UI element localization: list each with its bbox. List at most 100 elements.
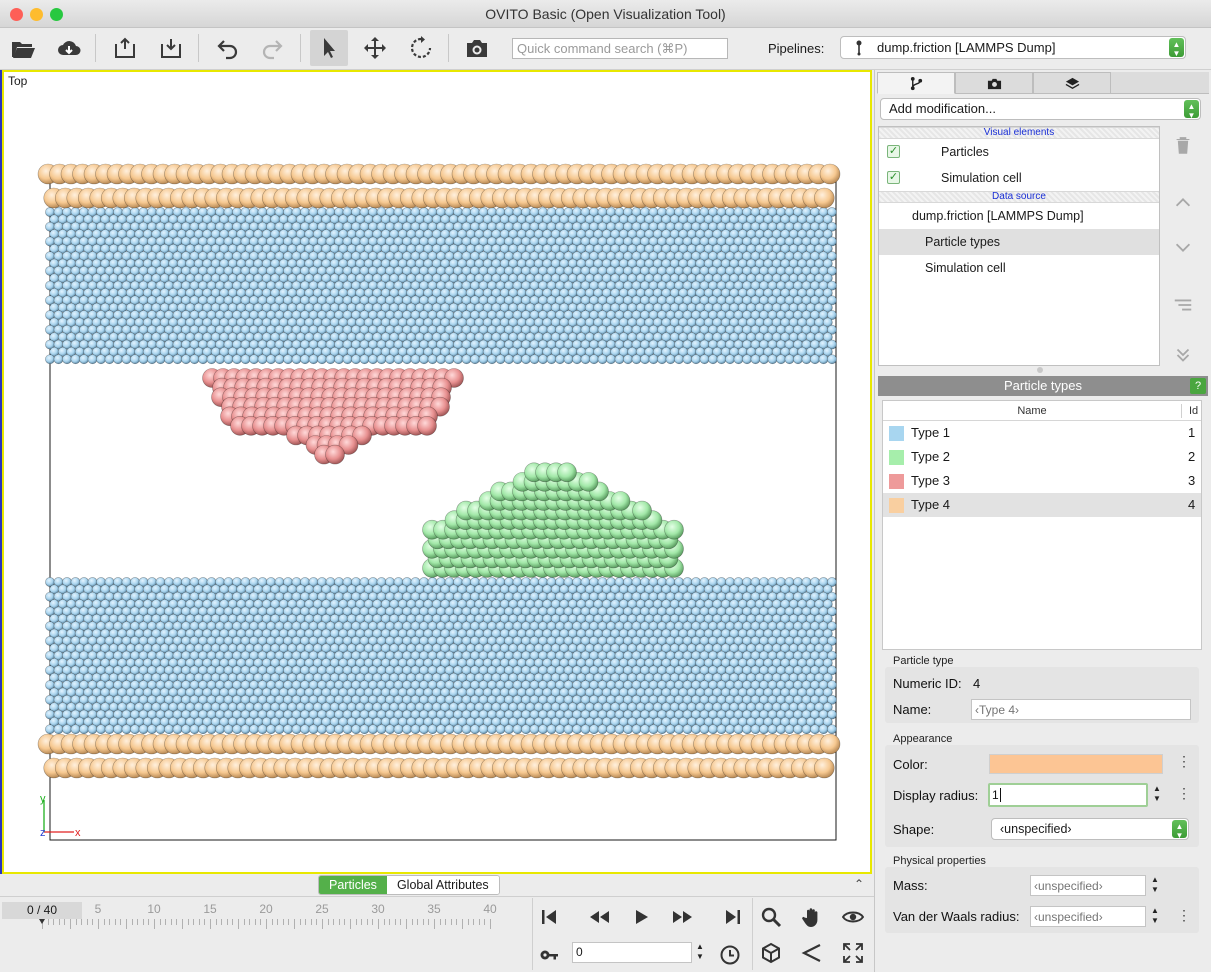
timeline-tick — [389, 919, 391, 925]
viewport-top[interactable]: Top x y z — [2, 70, 872, 874]
help-button[interactable]: ? — [1190, 378, 1206, 394]
jump-to-start-icon[interactable] — [534, 902, 564, 932]
timeline-tick — [243, 919, 245, 925]
particle-type-row[interactable]: Type 1 1 — [883, 421, 1201, 445]
jump-to-end-icon[interactable] — [718, 902, 748, 932]
timeline-tick — [204, 919, 206, 925]
load-remote-icon[interactable] — [50, 30, 88, 66]
delete-icon[interactable] — [1171, 134, 1195, 158]
visual-elements-header: Visual elements — [879, 127, 1159, 139]
radius-options-icon[interactable]: ⋮ — [1177, 785, 1191, 802]
tab-overlays[interactable] — [1033, 72, 1111, 94]
zoom-icon[interactable] — [756, 902, 786, 932]
quick-command-search-input[interactable] — [512, 38, 728, 59]
auto-key-icon[interactable] — [534, 940, 564, 970]
pipeline-item-label: Simulation cell — [925, 261, 1006, 275]
minimize-button[interactable] — [30, 8, 43, 21]
type-name-input[interactable] — [971, 699, 1191, 720]
collapse-all-icon[interactable] — [1171, 344, 1195, 368]
timeline-tick — [81, 919, 83, 925]
frame-input-value: 0 — [576, 945, 583, 959]
selection-mode-icon[interactable] — [310, 30, 348, 66]
tab-render[interactable] — [955, 72, 1033, 94]
timeline-tick — [193, 919, 195, 925]
pipeline-item-simulation-cell[interactable]: Simulation cell — [879, 255, 1159, 281]
particles-visibility-checkbox[interactable]: ✓ — [887, 145, 900, 158]
timeline-tick — [316, 919, 318, 925]
previous-frame-icon[interactable] — [584, 902, 614, 932]
timeline-tick — [428, 919, 430, 925]
tab-pipeline[interactable] — [877, 72, 955, 94]
tab-global-attributes[interactable]: Global Attributes — [386, 876, 499, 894]
command-panel: Add modification... ▲ ▼ Visual elements ✓… — [874, 70, 1211, 972]
zoom-button[interactable] — [50, 8, 63, 21]
add-modification-dropdown[interactable]: Add modification... ▲ ▼ — [880, 98, 1201, 120]
frame-spinner-arrows-icon[interactable]: ▲ ▼ — [694, 942, 706, 964]
color-options-icon[interactable]: ⋮ — [1177, 753, 1191, 770]
simulation-cell-visibility-checkbox[interactable]: ✓ — [887, 171, 900, 184]
rotate-mode-icon[interactable] — [402, 30, 440, 66]
timeline-tick — [249, 919, 251, 925]
timeline-tick — [422, 919, 424, 925]
play-icon[interactable] — [626, 902, 656, 932]
particle-type-row[interactable]: Type 2 2 — [883, 445, 1201, 469]
display-radius-input[interactable]: 1 — [988, 783, 1148, 807]
pipeline-item-data-source[interactable]: dump.friction [LAMMPS Dump] — [879, 203, 1159, 229]
move-down-icon[interactable] — [1171, 236, 1195, 260]
expand-inspector-icon[interactable]: ⌃ — [854, 877, 864, 891]
maximize-viewport-icon[interactable] — [838, 938, 868, 968]
splitter-handle[interactable] — [1037, 367, 1043, 373]
move-mode-icon[interactable] — [356, 30, 394, 66]
next-frame-icon[interactable] — [668, 902, 698, 932]
animation-timeline[interactable]: 0 / 40 5 10 15 20 25 30 35 40 — [0, 899, 532, 971]
close-button[interactable] — [10, 8, 23, 21]
undo-icon[interactable] — [208, 30, 246, 66]
timeline-tick — [277, 919, 279, 925]
vdw-radius-input[interactable] — [1030, 906, 1146, 927]
pipeline-item-particle-types[interactable]: Particle types — [879, 229, 1159, 255]
import-icon[interactable] — [152, 30, 190, 66]
orbit-eye-icon[interactable] — [838, 902, 868, 932]
particle-type-row[interactable]: Type 3 3 — [883, 469, 1201, 493]
color-picker[interactable] — [989, 754, 1163, 774]
render-camera-icon[interactable] — [458, 30, 496, 66]
animation-settings-clock-icon[interactable] — [715, 940, 745, 970]
pipeline-icon — [856, 40, 862, 56]
vdw-options-icon[interactable]: ⋮ — [1177, 907, 1191, 924]
timeline-tick — [266, 919, 267, 929]
timeline-tick — [434, 919, 435, 929]
frame-spinner-input[interactable]: 0 — [572, 942, 692, 963]
timeline-tick — [176, 919, 178, 925]
shape-dropdown[interactable]: ‹unspecified› ▲ ▼ — [991, 818, 1189, 840]
time-slider-marker[interactable] — [39, 919, 45, 924]
pipeline-item-simulation-cell-visual[interactable]: ✓ Simulation cell — [879, 165, 1159, 191]
type-id: 2 — [1188, 449, 1196, 464]
export-icon[interactable] — [106, 30, 144, 66]
timeline-tick — [86, 919, 88, 925]
timeline-tick — [445, 919, 447, 925]
column-name-header[interactable]: Name — [883, 401, 1181, 421]
timeline-tick — [198, 919, 200, 925]
pipeline-selector[interactable]: dump.friction [LAMMPS Dump] ▲ ▼ — [840, 36, 1186, 59]
display-radius-value: 1 — [992, 788, 999, 802]
vdw-spinner-icon[interactable]: ▲ ▼ — [1149, 906, 1161, 928]
pan-hand-icon[interactable] — [797, 902, 827, 932]
timeline-tick — [64, 919, 66, 925]
mass-spinner-icon[interactable]: ▲ ▼ — [1149, 875, 1161, 897]
radius-spinner-icon[interactable]: ▲ ▼ — [1151, 784, 1163, 806]
mass-input[interactable] — [1030, 875, 1146, 896]
display-radius-label: Display radius: — [893, 788, 979, 803]
timeline-tick — [75, 919, 77, 925]
view-cube-icon[interactable] — [756, 938, 786, 968]
timeline-tick — [260, 919, 262, 925]
more-menu-icon[interactable] — [1171, 294, 1195, 318]
mass-label: Mass: — [893, 878, 928, 893]
fov-icon[interactable] — [797, 938, 827, 968]
redo-icon[interactable] — [254, 30, 292, 66]
pipeline-item-particles[interactable]: ✓ Particles — [879, 139, 1159, 165]
tab-particles[interactable]: Particles — [319, 876, 387, 894]
move-up-icon[interactable] — [1171, 192, 1195, 216]
column-id-header[interactable]: Id — [1189, 401, 1198, 421]
particle-type-row[interactable]: Type 4 4 — [883, 493, 1201, 517]
open-file-icon[interactable] — [4, 30, 42, 66]
